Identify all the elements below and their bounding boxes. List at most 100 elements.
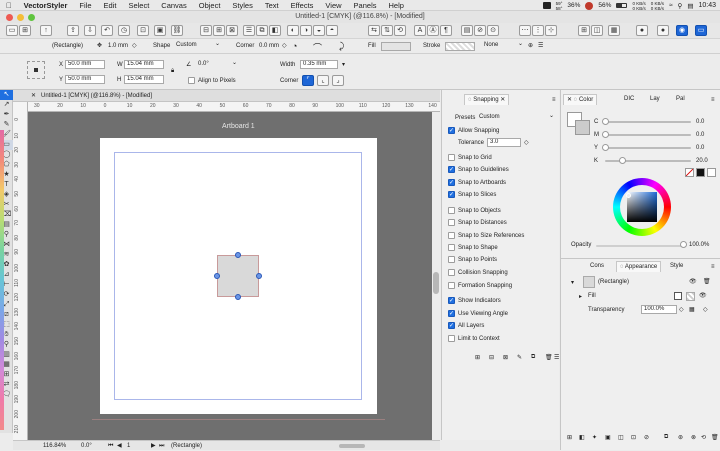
color-tab[interactable]: ✕ ◌ Color [563,94,598,105]
temperature-readout[interactable]: 59° 58° [556,1,563,11]
stroke-settings-icon[interactable]: ☰ [538,42,543,49]
shape-dropdown[interactable]: Custom [176,40,221,50]
color-square[interactable] [627,192,657,222]
palette-tab[interactable]: Pal [673,94,688,105]
align-right-icon[interactable]: ⊠ [226,25,238,36]
rotate-icon[interactable]: ⟲ [394,25,406,36]
h-field[interactable]: 15.04 mm [124,75,164,84]
menu-panels[interactable]: Panels [348,0,383,11]
white-swatch[interactable] [707,168,716,177]
display-normal-icon[interactable]: ● [657,25,669,36]
snap-add-icon[interactable]: ⊞ [475,354,480,361]
snapping-tab[interactable]: ◌ Snapping ✕ [464,94,510,105]
none-color-swatch[interactable] [685,168,694,177]
selected-rectangle[interactable] [217,255,259,297]
preview-mode-icon[interactable]: ▦ [608,25,620,36]
channel-slider-knob[interactable] [619,157,627,164]
stroke-dropdown[interactable]: None [484,40,524,50]
snap-option-checkbox[interactable] [448,166,455,173]
add-stroke-icon[interactable]: ◧ [579,434,585,441]
fill-color-chip[interactable] [674,292,682,300]
display-selected-icon[interactable]: ◉ [676,25,688,36]
app-menu[interactable]: VectorStyler [18,0,74,11]
pen-tool-icon[interactable]: ✒ [0,110,13,120]
snap-duplicate-icon[interactable]: ⧉ [531,354,535,361]
pencil-tool-icon[interactable]: ✎ [0,120,13,130]
add-glow-icon[interactable]: ◫ [618,434,624,441]
snap-option-checkbox[interactable] [448,191,455,198]
w-field[interactable]: 15.04 mm [124,60,164,69]
allow-snapping-checkbox[interactable] [448,127,455,134]
snap-toggle-icon[interactable]: ⋯ [519,25,531,36]
add-mask-icon[interactable]: ⊘ [644,434,649,441]
menu-text[interactable]: Text [259,0,285,11]
stroke-swatch[interactable] [445,42,475,51]
transparency-stepper[interactable]: ◇ [679,306,684,313]
corner-chamfer-icon[interactable]: ⌒ [313,41,322,54]
battery-icon[interactable] [616,3,628,8]
path-intersect-icon[interactable]: ◒ [313,25,325,36]
menu-canvas[interactable]: Canvas [155,0,192,11]
delete-appearance-icon[interactable]: 🗑︎ [711,434,719,441]
fill-visibility-icon[interactable]: 👁︎ [699,292,707,299]
snap-option-checkbox[interactable] [448,269,455,276]
x-field[interactable]: 50.0 mm [65,60,105,69]
snap-option-checkbox[interactable] [448,282,455,289]
clock[interactable]: 10:43 [698,2,716,9]
text-tool-icon[interactable]: A [414,25,426,36]
add-fill-icon[interactable]: ⊞ [567,434,572,441]
dic-tab[interactable]: DIC [621,94,637,105]
view-mode-icon[interactable]: ⊞ [578,25,590,36]
transparency-pattern-icon[interactable]: ▦ [689,306,695,313]
snap-clear-icon[interactable]: ⊠ [503,354,508,361]
stroke-width-value[interactable]: 1.0 mm [108,43,128,49]
canvas[interactable]: Artboard 1 [28,112,432,440]
snap-option-checkbox[interactable] [448,219,455,226]
appearance-panel-menu-icon[interactable]: ≡ [711,264,715,270]
tray-app-icon[interactable] [542,2,551,9]
import-icon[interactable]: ⇩ [84,25,96,36]
snap-option-checkbox[interactable] [448,179,455,186]
snap-option-checkbox[interactable] [448,256,455,263]
snap-remove-icon[interactable]: ⊟ [489,354,494,361]
text-path-icon[interactable]: ⊘ [474,25,486,36]
align-left-icon[interactable]: ⊟ [200,25,212,36]
menu-styles[interactable]: Styles [226,0,258,11]
menu-object[interactable]: Object [193,0,227,11]
channel-slider-track[interactable] [605,160,691,162]
cpu-readout[interactable]: 36% [567,2,580,9]
snap-option-checkbox[interactable] [448,322,455,329]
channel-value[interactable]: 0.0 [696,132,704,138]
opacity-slider-knob[interactable] [680,241,687,248]
minimize-button[interactable] [17,14,24,21]
snap-option-checkbox[interactable] [448,232,455,239]
ungroup-icon[interactable]: ▣ [154,25,166,36]
grid-toggle-icon[interactable]: ⋮ [532,25,544,36]
paste-style-icon[interactable]: ⊛ [678,434,683,441]
snap-option-checkbox[interactable] [448,207,455,214]
opacity-value[interactable]: 100.0% [689,242,709,248]
snap-edit-icon[interactable]: ✎ [517,354,522,361]
corner-round-join-icon[interactable]: ⌞ [317,75,329,86]
fill-expand-icon[interactable]: ▸ [579,293,582,300]
copy-style-icon[interactable]: ⧉ [664,434,668,441]
corner-stepper[interactable]: ◇ [282,42,287,49]
channel-value[interactable]: 0.0 [696,145,704,151]
menu-view[interactable]: View [319,0,347,11]
horizontal-scroll-thumb[interactable] [339,444,365,448]
lock-icon[interactable]: 🔒︎ [171,68,174,75]
fill-mode-icon[interactable]: ● [636,25,648,36]
artboard[interactable] [100,138,377,414]
handle-right[interactable] [256,273,262,279]
channel-value[interactable]: 20.0 [696,158,708,164]
channel-slider-knob[interactable] [602,118,609,125]
close-button[interactable] [6,14,13,21]
channel-slider-knob[interactable] [602,144,609,151]
layers-tab[interactable]: Lay [647,94,663,105]
fill-pattern-chip[interactable] [686,292,695,301]
battery-readout[interactable]: 56% [598,2,611,9]
align-pixels-checkbox[interactable] [188,77,195,84]
opacity-slider-track[interactable] [596,245,683,247]
menu-select[interactable]: Select [122,0,155,11]
corner-inverse-icon[interactable]: ⤸ [339,41,344,52]
